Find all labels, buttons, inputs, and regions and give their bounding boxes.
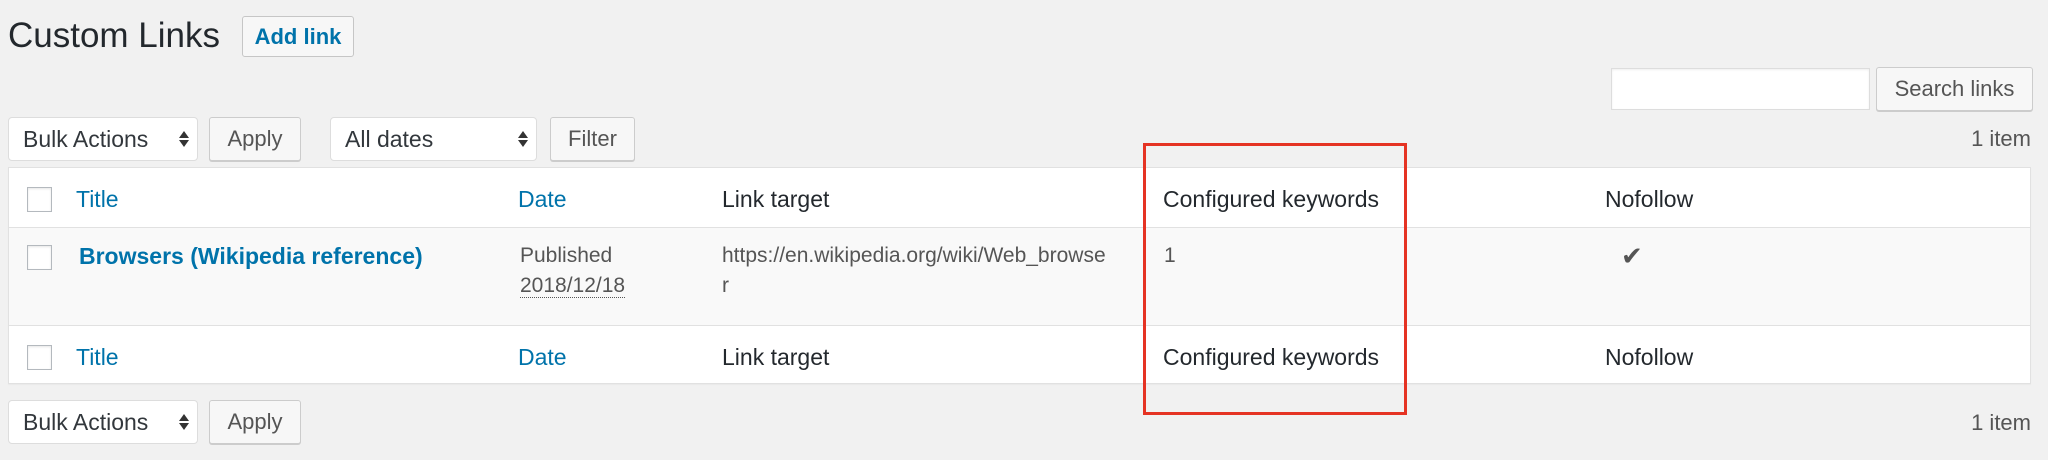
column-nofollow: Nofollow [1605,186,1694,212]
row-date: 2018/12/18 [520,274,626,298]
select-all-checkbox-footer[interactable] [27,345,52,370]
bulk-actions-label: Bulk Actions [23,125,149,152]
row-checkbox[interactable] [27,245,52,270]
row-link-target-line2: r [722,274,729,297]
table-row: Browsers (Wikipedia reference) Published… [9,228,2030,325]
highlight-annotation-box [1143,143,1407,415]
select-all-checkbox[interactable] [27,187,52,212]
row-status: Published [520,244,613,267]
checkmark-icon: ✔ [1621,241,1643,271]
select-arrows-icon [179,131,189,147]
table-header-row: Title Date Link target Configured keywor… [9,168,2030,228]
select-arrows-icon [518,131,528,147]
apply-button-bottom[interactable]: Apply [209,400,301,444]
row-date-value: 2018/12/18 [520,274,626,298]
column-title[interactable]: Title [76,186,119,213]
items-count: 1 item [1971,126,2031,151]
filter-button[interactable]: Filter [550,117,635,161]
page-title: Custom Links [8,16,221,55]
apply-button[interactable]: Apply [209,117,301,161]
bulk-actions-select-bottom[interactable]: Bulk Actions [8,400,198,444]
dates-label: All dates [345,125,434,152]
search-input[interactable] [1611,68,1870,110]
column-title-footer[interactable]: Title [76,344,119,371]
bulk-actions-select[interactable]: Bulk Actions [8,117,198,161]
column-date[interactable]: Date [518,186,567,213]
dates-select[interactable]: All dates [330,117,537,161]
column-link-target: Link target [722,186,830,212]
select-arrows-icon [179,414,189,430]
items-count-bottom: 1 item [1971,410,2031,435]
search-links-button[interactable]: Search links [1876,67,2033,111]
add-link-button[interactable]: Add link [242,16,354,57]
table-footer-row: Title Date Link target Configured keywor… [9,325,2030,385]
links-table: Title Date Link target Configured keywor… [8,167,2031,384]
column-link-target-footer: Link target [722,344,830,370]
column-date-footer[interactable]: Date [518,344,567,371]
bulk-actions-label-bottom: Bulk Actions [23,408,149,435]
row-title-link[interactable]: Browsers (Wikipedia reference) [79,243,423,270]
column-nofollow-footer: Nofollow [1605,344,1694,370]
row-link-target-line1: https://en.wikipedia.org/wiki/Web_browse [722,244,1106,267]
